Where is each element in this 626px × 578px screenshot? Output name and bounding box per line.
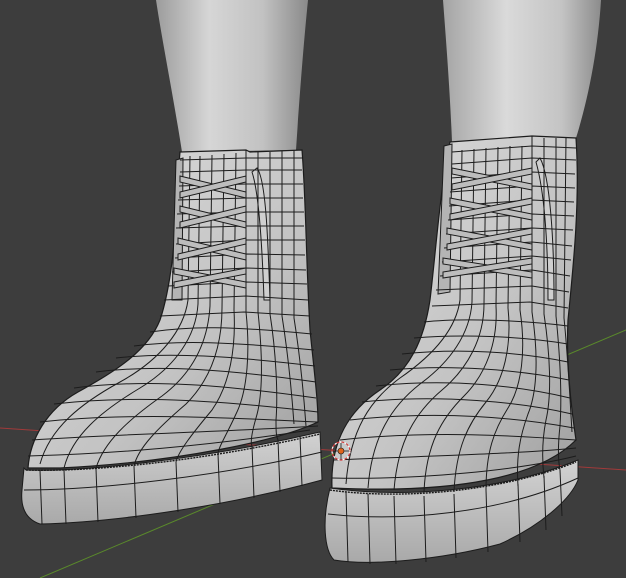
3d-viewport[interactable] [0, 0, 626, 578]
viewport-canvas[interactable] [0, 0, 626, 578]
right-boot[interactable] [324, 135, 579, 565]
left-leg[interactable] [156, 0, 308, 152]
object-origin-icon [337, 447, 345, 455]
right-leg[interactable] [443, 0, 601, 142]
left-boot[interactable] [21, 149, 323, 525]
